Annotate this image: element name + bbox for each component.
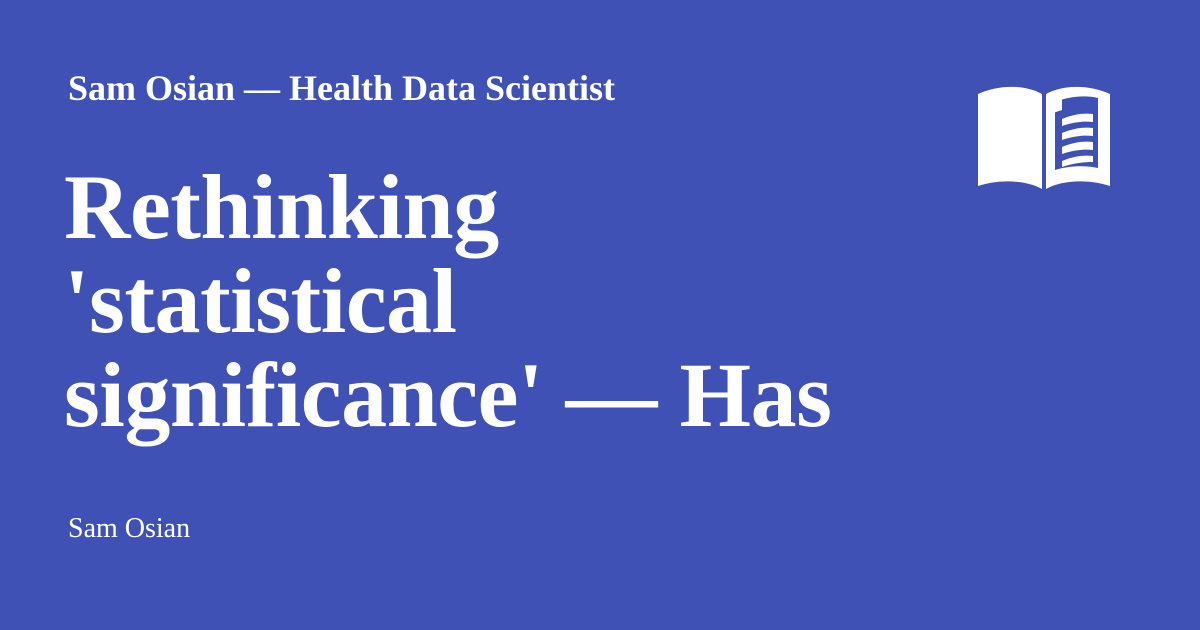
post-title-line-2: 'statistical	[64, 250, 457, 352]
author-name: Sam Osian	[68, 513, 191, 544]
open-book-icon	[978, 86, 1110, 189]
social-card: Sam Osian — Health Data Scientist Rethin…	[0, 0, 1200, 630]
site-title: Sam Osian — Health Data Scientist	[68, 68, 616, 108]
post-title: Rethinking 'statistical significance' — …	[64, 160, 924, 442]
post-title-line-1: Rethinking	[64, 156, 499, 258]
post-title-line-3: significance' — Has	[64, 344, 832, 446]
